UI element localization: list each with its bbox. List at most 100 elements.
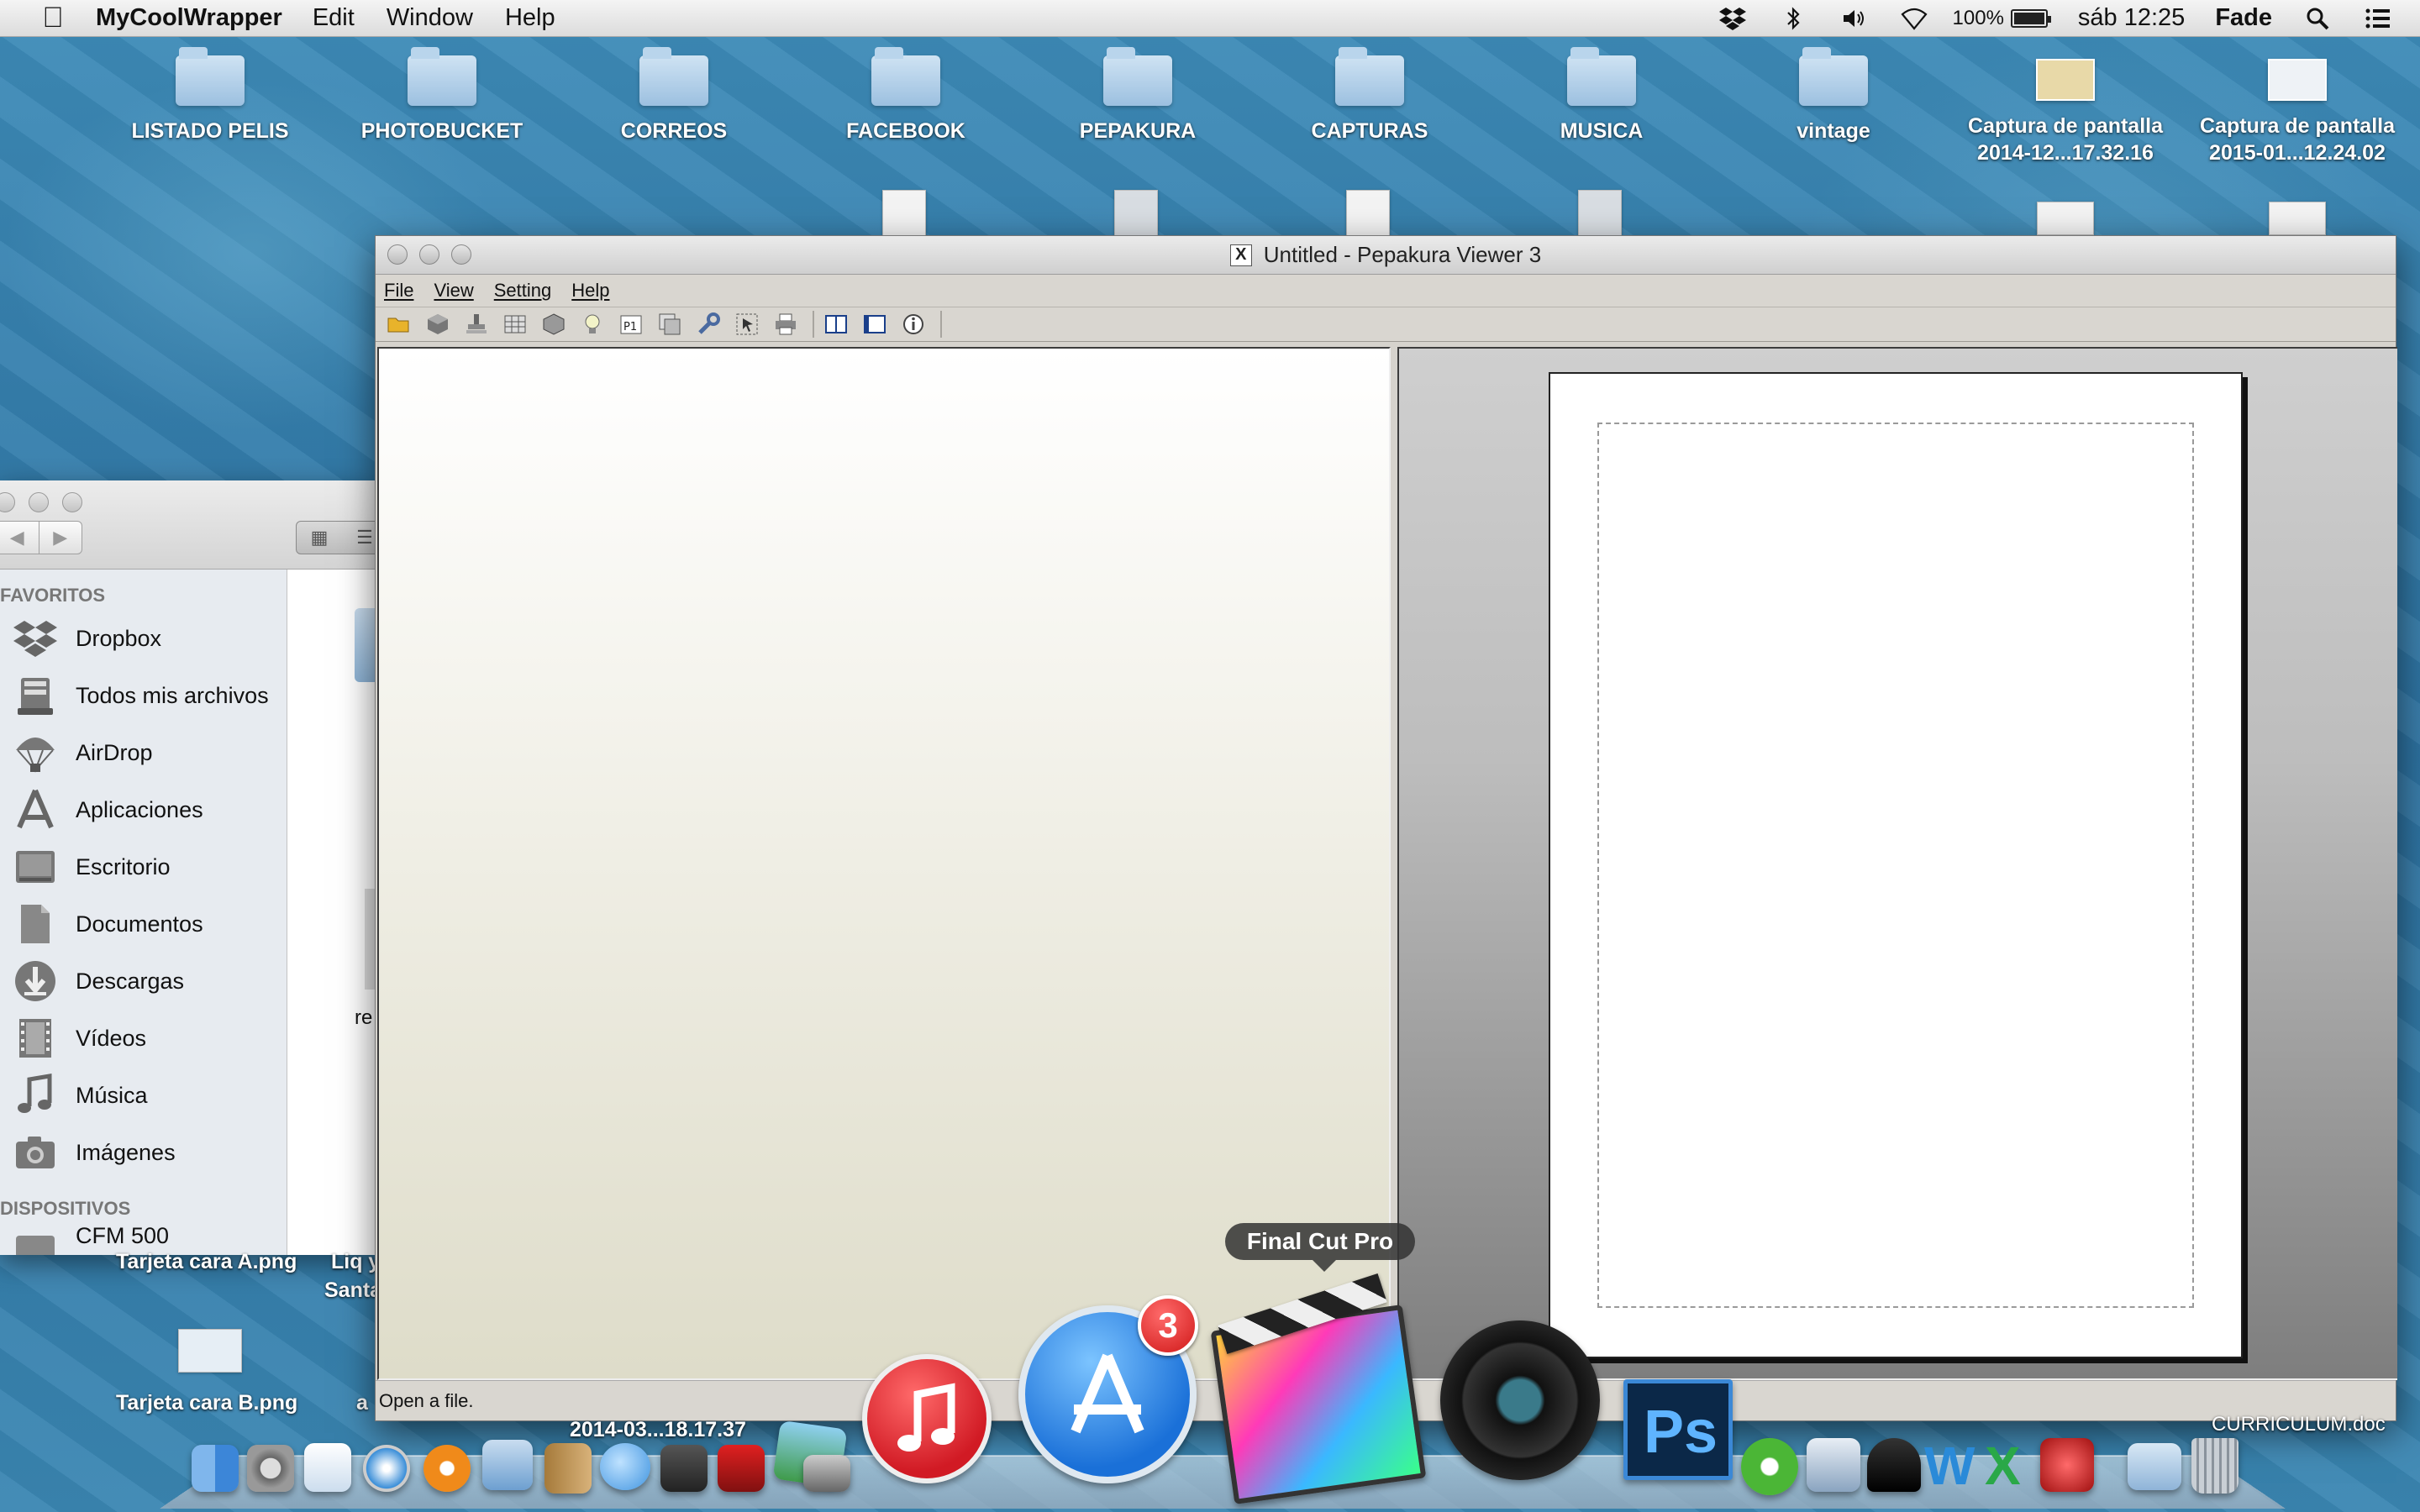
network-share-icon[interactable] [1807, 1438, 1860, 1492]
single-view-icon[interactable] [858, 309, 892, 339]
close-button[interactable] [387, 244, 408, 265]
sidebar-item-all-files[interactable]: Todos mis archivos [0, 667, 287, 724]
image-thumbnail-icon[interactable] [2037, 202, 2094, 235]
split-view-icon[interactable] [819, 309, 853, 339]
image-thumbnail-icon[interactable] [2269, 202, 2326, 235]
window-controls [0, 492, 96, 512]
open-folder-icon[interactable] [382, 309, 416, 339]
finder-titlebar[interactable]: ◀ ▶ ▦ ☰ [0, 480, 388, 570]
close-button[interactable] [0, 492, 15, 512]
desktop-file-screenshot-2014[interactable]: 2014-03...18.17.37 [570, 1418, 746, 1442]
safari-icon[interactable] [363, 1445, 410, 1492]
3d-model-icon[interactable] [421, 309, 455, 339]
paper-sheet[interactable] [1549, 372, 2243, 1358]
zoom-button[interactable] [451, 244, 471, 265]
spotlight-icon[interactable] [2302, 6, 2333, 31]
dropbox-icon[interactable] [1718, 6, 1748, 31]
sidebar-item-dropbox[interactable]: Dropbox [0, 610, 287, 667]
desktop-folder-vintage[interactable]: vintage [1733, 47, 1934, 144]
desktop-file-tarjeta-b[interactable]: Tarjeta cara B.png [116, 1391, 297, 1415]
desktop-screenshot-1[interactable]: Captura de pantalla 2014-12...17.32.16 [1965, 59, 2166, 166]
desktop-file-santa[interactable]: Santa [324, 1278, 381, 1303]
document-icon[interactable] [882, 190, 926, 242]
trash-icon[interactable] [2191, 1438, 2238, 1494]
sidebar-item-music[interactable]: Música [0, 1067, 287, 1124]
contacts-icon[interactable] [544, 1443, 592, 1494]
desktop-folder-facebook[interactable]: FACEBOOK [805, 47, 1007, 144]
minimize-button[interactable] [29, 492, 49, 512]
pepakura-titlebar[interactable]: X Untitled - Pepakura Viewer 3 [376, 236, 2396, 275]
sidebar-item-desktop[interactable]: Escritorio [0, 838, 287, 895]
menu-window[interactable]: Window [387, 4, 473, 32]
document-icon[interactable] [1578, 190, 1622, 242]
desktop-screenshot-2[interactable]: Captura de pantalla 2015-01...12.24.02 [2196, 59, 2398, 166]
menu-help[interactable]: Help [505, 4, 555, 32]
desktop-folder-capturas[interactable]: CAPTURAS [1269, 47, 1470, 144]
desktop-file-tarjeta-a[interactable]: Tarjeta cara A.png [116, 1250, 297, 1274]
preview-icon[interactable] [304, 1443, 351, 1492]
utorrent-icon[interactable] [1741, 1438, 1798, 1495]
menu-edit[interactable]: Edit [313, 4, 355, 32]
desktop-file-curriculum[interactable]: CURRICULUM.doc [2212, 1413, 2386, 1436]
mail-stamp-icon[interactable] [482, 1440, 533, 1490]
desktop-folder-listado-pelis[interactable]: LISTADO PELIS [109, 47, 311, 144]
ibooks-icon[interactable] [424, 1445, 471, 1492]
finder-icon[interactable] [192, 1445, 239, 1492]
bulb-icon[interactable] [576, 309, 609, 339]
menu-view[interactable]: View [434, 280, 473, 302]
zoom-button[interactable] [62, 492, 82, 512]
messages-icon[interactable] [600, 1443, 650, 1490]
apple-menu-icon[interactable]:  [29, 2, 77, 34]
desktop-folder-correos[interactable]: CORREOS [573, 47, 775, 144]
print-stamp-icon[interactable] [460, 309, 493, 339]
desktop-folder-musica[interactable]: MUSICA [1501, 47, 1702, 144]
battery-icon[interactable] [2010, 8, 2051, 28]
image-thumbnail-icon[interactable] [178, 1329, 242, 1373]
notifications-icon[interactable] [2363, 6, 2393, 31]
document-icon[interactable] [1346, 190, 1390, 242]
volume-icon[interactable] [1839, 6, 1869, 31]
downloads-folder-icon[interactable] [2128, 1443, 2181, 1490]
facetime-icon[interactable] [660, 1445, 708, 1492]
print-icon[interactable] [769, 309, 802, 339]
page-p1-icon[interactable]: P1 [614, 309, 648, 339]
finder-content[interactable]: re [287, 570, 380, 1255]
sidebar-item-downloads[interactable]: Descargas [0, 953, 287, 1010]
desktop-file-partial[interactable]: a [356, 1391, 368, 1415]
info-icon[interactable] [897, 309, 930, 339]
user-menu[interactable]: Fade [2215, 4, 2272, 32]
excel-icon[interactable]: X [1985, 1435, 2021, 1497]
sidebar-item-movies[interactable]: Vídeos [0, 1010, 287, 1067]
app-menu-name[interactable]: MyCoolWrapper [96, 4, 282, 32]
photo-booth-icon[interactable] [718, 1445, 765, 1492]
document-icon[interactable] [1114, 190, 1158, 242]
aperture-icon[interactable] [1440, 1320, 1600, 1480]
desktop-file-liq[interactable]: Liq y [331, 1250, 380, 1274]
minimize-button[interactable] [419, 244, 439, 265]
menu-setting[interactable]: Setting [494, 280, 552, 302]
sidebar-item-applications[interactable]: Aplicaciones [0, 781, 287, 838]
forward-arrow-icon[interactable]: ▶ [38, 522, 82, 554]
menu-file[interactable]: File [384, 280, 413, 302]
system-preferences-icon[interactable] [247, 1445, 294, 1492]
back-arrow-icon[interactable]: ◀ [0, 522, 39, 554]
clock[interactable]: sáb 12:25 [2078, 4, 2185, 32]
box-icon[interactable] [537, 309, 571, 339]
inkscape-icon[interactable] [1867, 1438, 1921, 1492]
unfold-icon[interactable] [498, 309, 532, 339]
sidebar-item-documents[interactable]: Documentos [0, 895, 287, 953]
wineskin-icon[interactable] [2040, 1438, 2094, 1492]
image-capture-icon[interactable] [803, 1455, 850, 1492]
menu-help[interactable]: Help [571, 280, 609, 302]
icon-view-icon[interactable]: ▦ [297, 522, 342, 554]
desktop-folder-photobucket[interactable]: PHOTOBUCKET [341, 47, 543, 144]
select-icon[interactable] [730, 309, 764, 339]
layout-icon[interactable] [653, 309, 687, 339]
wrench-icon[interactable] [692, 309, 725, 339]
bluetooth-icon[interactable] [1778, 6, 1808, 31]
word-icon[interactable]: W [1924, 1435, 1975, 1497]
desktop-folder-pepakura[interactable]: PEPAKURA [1037, 47, 1239, 144]
wifi-icon[interactable] [1899, 6, 1929, 31]
sidebar-item-airdrop[interactable]: AirDrop [0, 724, 287, 781]
sidebar-item-pictures[interactable]: Imágenes [0, 1124, 287, 1181]
